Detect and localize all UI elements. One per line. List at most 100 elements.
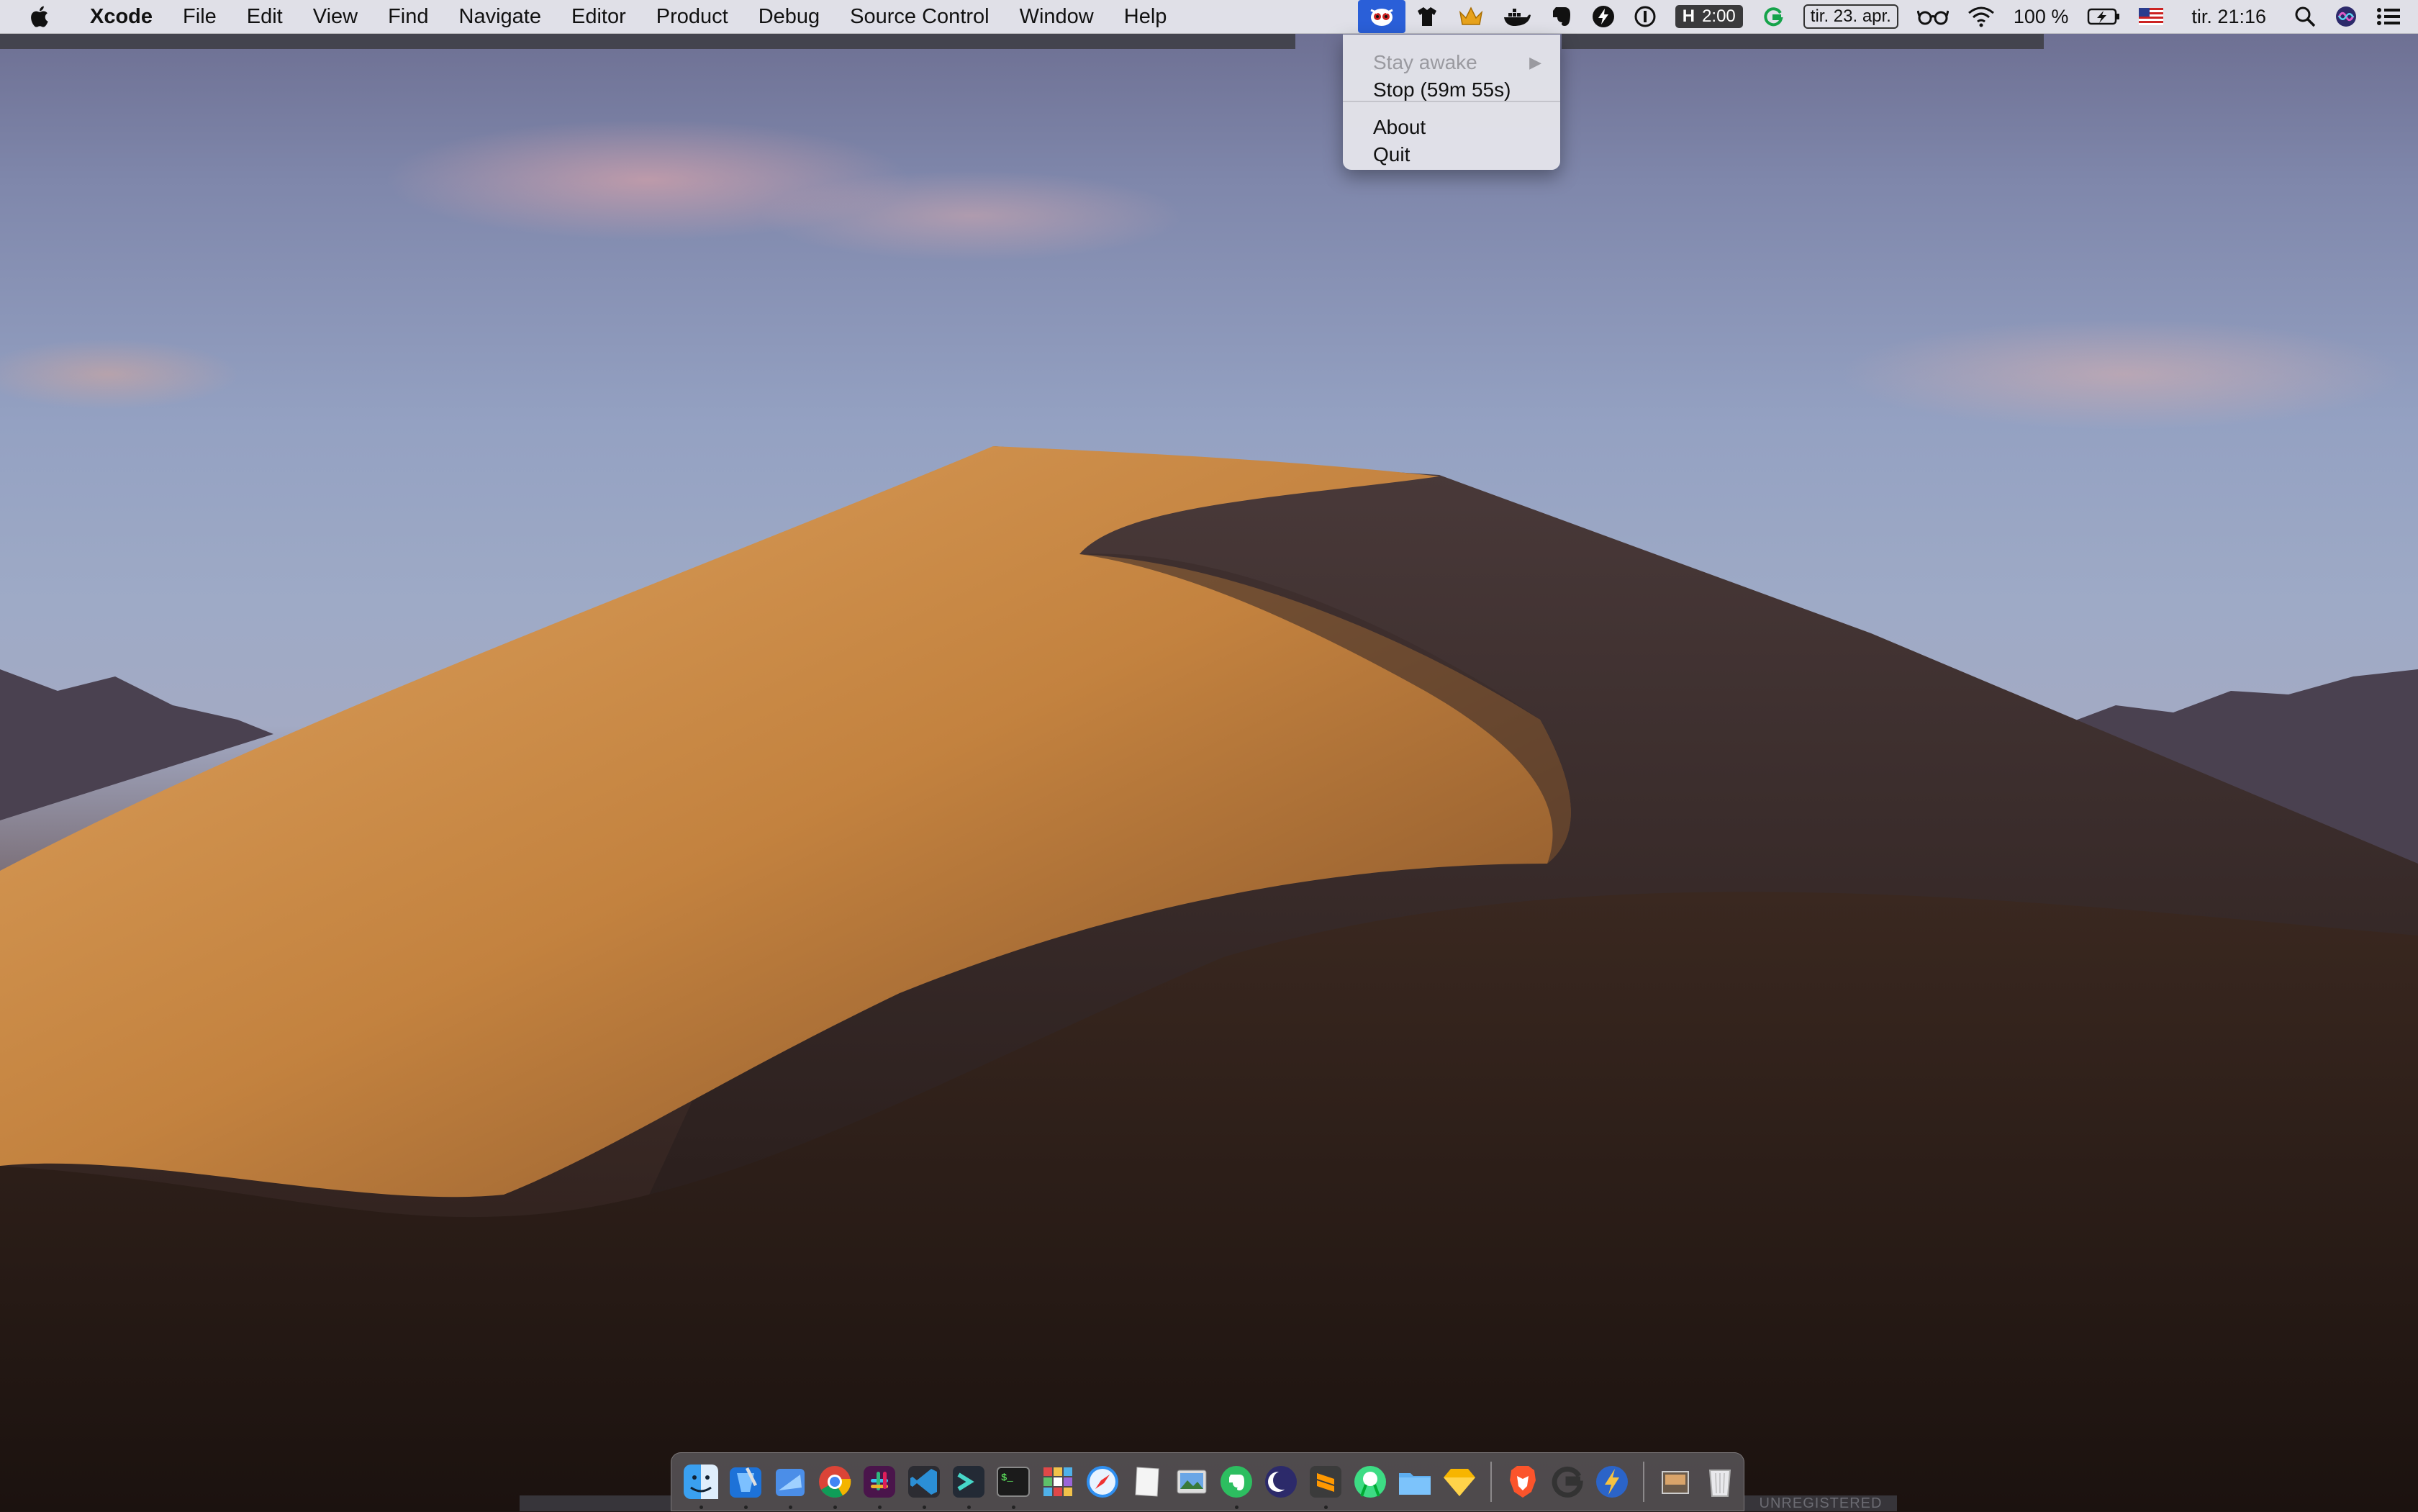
background-window-strip [1562, 33, 2044, 49]
sketch-icon [1444, 1469, 1475, 1496]
evernote-app-icon [1221, 1466, 1252, 1498]
dock-xcode[interactable] [727, 1463, 764, 1509]
dock-evernote[interactable] [1218, 1463, 1255, 1509]
dock-terminal[interactable]: $_ [995, 1463, 1032, 1509]
menu-item-stay-awake-label: Stay awake [1373, 51, 1477, 73]
onepassword-status-item[interactable] [1624, 0, 1666, 33]
menu-debug[interactable]: Debug [743, 0, 835, 33]
glasses-icon [1916, 10, 1949, 25]
shirt-status-item[interactable] [1405, 0, 1449, 33]
dock-eclipse[interactable] [1262, 1463, 1300, 1500]
menu-separator [1343, 101, 1560, 102]
dock-preview[interactable] [1173, 1463, 1210, 1500]
apple-menu-icon[interactable] [27, 4, 53, 30]
dock-google[interactable] [1549, 1463, 1586, 1500]
bolt-icon [1592, 6, 1614, 27]
dock-safari[interactable] [1084, 1463, 1121, 1500]
eclipse-icon [1265, 1466, 1297, 1498]
menu-item-stay-awake: Stay awake ▶ [1373, 49, 1553, 76]
textedit-icon [1135, 1467, 1159, 1497]
brave-icon [1510, 1466, 1536, 1498]
slack-icon [864, 1466, 895, 1498]
menu-item-quit[interactable]: Quit [1373, 141, 1553, 168]
siri-icon [2336, 6, 2356, 27]
evernote-icon [1552, 7, 1570, 26]
date-status-item[interactable]: tir. 23. apr. [1794, 0, 1908, 33]
menu-find[interactable]: Find [373, 0, 443, 33]
mosaic-icon [1043, 1467, 1072, 1496]
input-source-status-item[interactable] [2129, 0, 2173, 33]
menu-editor[interactable]: Editor [556, 0, 641, 33]
timer-status-item[interactable]: H 2:00 [1666, 0, 1752, 33]
downloads-stack-icon [1662, 1471, 1689, 1494]
dock-prompt[interactable] [950, 1463, 987, 1509]
dock-sublime[interactable] [1307, 1463, 1344, 1509]
grammarly-icon [1764, 7, 1783, 27]
menu-navigate[interactable]: Navigate [444, 0, 556, 33]
timer-time: 2:00 [1702, 6, 1736, 26]
dock-trash[interactable] [1701, 1463, 1739, 1500]
google-icon [1552, 1466, 1583, 1498]
background-window-strip [0, 33, 1295, 49]
dock-vscode[interactable] [905, 1463, 943, 1509]
menu-edit[interactable]: Edit [232, 0, 298, 33]
submenu-arrow-icon: ▶ [1529, 53, 1541, 71]
clock[interactable]: tir. 21:16 [2173, 0, 2285, 33]
menu-help[interactable]: Help [1109, 0, 1182, 33]
docker-status-item[interactable] [1493, 0, 1541, 33]
reeder-icon [1596, 1466, 1628, 1498]
dock-android-studio[interactable] [1351, 1463, 1389, 1500]
desktop-wallpaper [0, 0, 2418, 1511]
terminal-icon: $_ [997, 1467, 1030, 1497]
finder-icon [684, 1465, 718, 1499]
notification-center-status-item[interactable] [2367, 0, 2418, 33]
dunes-illustration [0, 446, 2418, 1511]
dock-folder[interactable] [1396, 1463, 1434, 1500]
menu-bar: Xcode File Edit View Find Navigate Edito… [0, 0, 2418, 34]
chrome-icon [819, 1466, 851, 1498]
menu-item-about[interactable]: About [1373, 114, 1553, 141]
menu-product[interactable]: Product [641, 0, 743, 33]
menu-source-control[interactable]: Source Control [835, 0, 1004, 33]
owly-dropdown-menu: Stay awake ▶ Stop (59m 55s) About Quit [1343, 35, 1560, 170]
dock-mosaic[interactable] [1039, 1463, 1077, 1500]
owly-status-item[interactable] [1357, 0, 1405, 33]
dock-finder[interactable] [682, 1463, 720, 1509]
bolt-status-item[interactable] [1582, 0, 1624, 33]
status-menu-area: H 2:00 tir. 23. apr. 100 % tir. 21:16 [1357, 0, 2418, 33]
dock-brave[interactable] [1504, 1463, 1541, 1500]
wifi-status-item[interactable] [1958, 0, 2004, 33]
us-flag-icon [2139, 8, 2164, 25]
glasses-status-item[interactable] [1908, 0, 1958, 33]
shirt-icon [1417, 7, 1436, 26]
battery-icon [2088, 8, 2120, 25]
evernote-status-item[interactable] [1541, 0, 1582, 33]
dock-slack[interactable] [861, 1463, 898, 1509]
battery-percent[interactable]: 100 % [2004, 0, 2078, 33]
dock-simulator[interactable] [771, 1463, 809, 1509]
notification-center-icon [2377, 8, 2400, 25]
dock: $_ [671, 1452, 1744, 1511]
spotlight-status-item[interactable] [2285, 0, 2325, 33]
menu-view[interactable]: View [298, 0, 373, 33]
dock-textedit[interactable] [1128, 1463, 1166, 1500]
vscode-icon [908, 1466, 940, 1498]
simulator-icon [776, 1469, 805, 1496]
siri-status-item[interactable] [2325, 0, 2367, 33]
dock-downloads-stack[interactable] [1657, 1463, 1694, 1500]
prompt-icon [953, 1466, 984, 1498]
app-menu-xcode[interactable]: Xcode [75, 0, 168, 33]
dock-separator [1643, 1462, 1644, 1502]
menu-file[interactable]: File [168, 0, 232, 33]
docker-icon [1503, 9, 1531, 26]
menu-item-stop[interactable]: Stop (59m 55s) [1373, 76, 1553, 104]
battery-status-item[interactable] [2078, 0, 2129, 33]
dock-chrome[interactable] [816, 1463, 853, 1509]
onepassword-icon [1634, 6, 1656, 27]
crown-status-item[interactable] [1449, 0, 1493, 33]
grammarly-status-item[interactable] [1752, 0, 1794, 33]
wifi-icon [1968, 6, 1994, 27]
menu-window[interactable]: Window [1005, 0, 1109, 33]
dock-sketch[interactable] [1441, 1463, 1478, 1500]
dock-reeder[interactable] [1593, 1463, 1631, 1500]
